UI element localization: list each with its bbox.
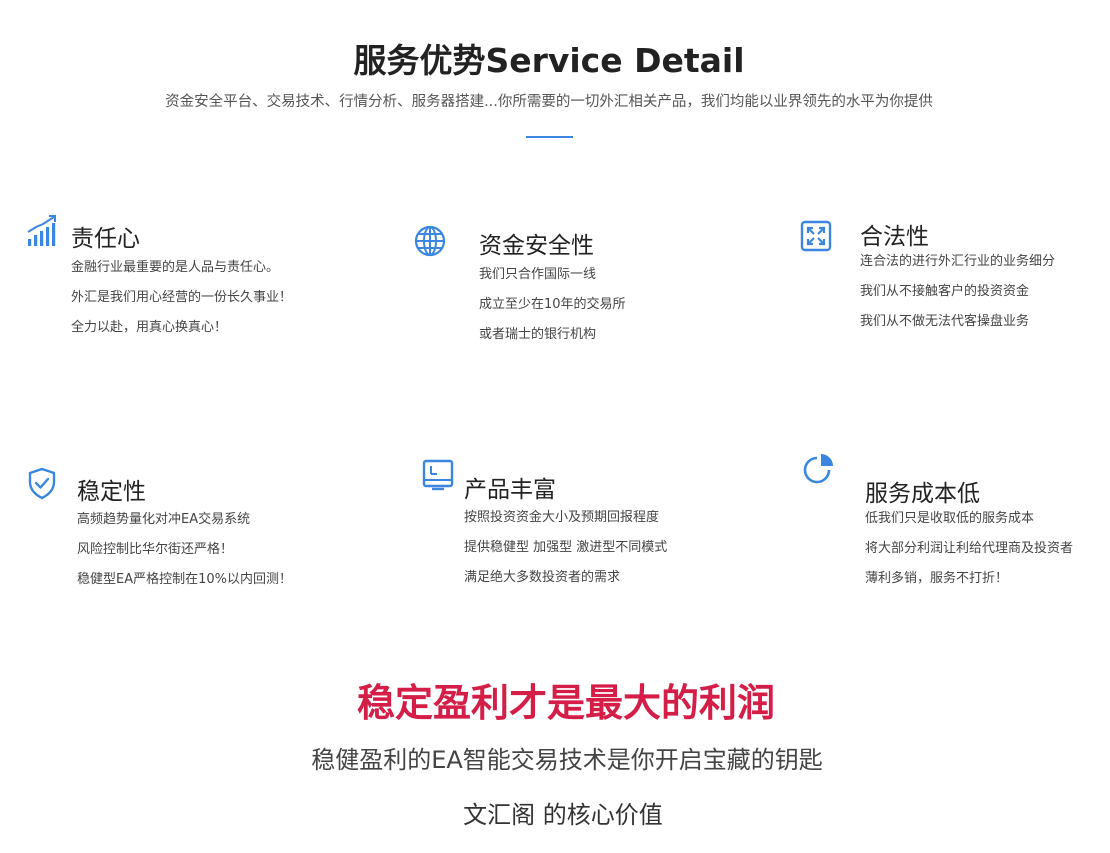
feature-lines: 连合法的进行外汇行业的业务细分 我们从不接触客户的投资资金 我们从不做无法代客操… <box>860 247 1055 337</box>
feature-line: 稳健型EA严格控制在10%以内回测！ <box>77 572 293 587</box>
feature-line: 风险控制比华尔街还严格！ <box>77 542 234 557</box>
tagline: 稳健盈利的EA智能交易技术是你开启宝藏的钥匙 <box>311 746 823 774</box>
page-title: 服务优势Service Detail <box>353 41 745 80</box>
expand-arrows-icon <box>799 219 833 253</box>
feature-line: 全力以赴，用真心换真心！ <box>71 320 228 335</box>
feature-lines: 我们只合作国际一线 成立至少在10年的交易所 或者瑞士的银行机构 <box>479 260 626 350</box>
feature-line: 外汇是我们用心经营的一份长久事业！ <box>71 290 293 305</box>
feature-line: 低我们只是收取低的服务成本 <box>865 511 1035 526</box>
feature-line: 成立至少在10年的交易所 <box>479 297 626 312</box>
feature-lines: 低我们只是收取低的服务成本 将大部分利润让利给代理商及投资者 薄利多销，服务不打… <box>865 504 1073 594</box>
feature-line: 金融行业最重要的是人品与责任心。 <box>71 260 280 275</box>
feature-line: 我们从不接触客户的投资资金 <box>860 284 1030 299</box>
feature-line: 将大部分利润让利给代理商及投资者 <box>865 541 1074 556</box>
feature-line: 按照投资资金大小及预期回报程度 <box>464 510 660 525</box>
shield-check-icon <box>25 466 59 500</box>
feature-line: 高频趋势量化对冲EA交易系统 <box>77 512 251 527</box>
monitor-icon <box>421 458 455 492</box>
feature-lines: 按照投资资金大小及预期回报程度 提供稳健型 加强型 激进型不同模式 满足绝大多数… <box>464 503 667 593</box>
globe-icon <box>413 224 447 258</box>
feature-title: 稳定性 <box>77 479 146 505</box>
core-value-text: 文汇阁 的核心价值 <box>463 801 663 829</box>
feature-line: 满足绝大多数投资者的需求 <box>464 570 621 585</box>
feature-title: 资金安全性 <box>479 233 594 259</box>
feature-line: 或者瑞士的银行机构 <box>479 327 597 342</box>
feature-line: 连合法的进行外汇行业的业务细分 <box>860 254 1056 269</box>
slogan-headline: 稳定盈利才是最大的利润 <box>356 681 775 725</box>
feature-title: 合法性 <box>860 224 929 250</box>
feature-lines: 高频趋势量化对冲EA交易系统 风险控制比华尔街还严格！ 稳健型EA严格控制在10… <box>77 505 292 595</box>
pie-chart-icon <box>802 451 836 485</box>
page-subtitle: 资金安全平台、交易技术、行情分析、服务器搭建...你所需要的一切外汇相关产品，我… <box>165 94 933 110</box>
feature-title: 服务成本低 <box>865 481 980 507</box>
feature-lines: 金融行业最重要的是人品与责任心。 外汇是我们用心经营的一份长久事业！ 全力以赴，… <box>71 253 292 343</box>
rising-bar-chart-icon <box>26 214 60 248</box>
feature-line: 薄利多销，服务不打折！ <box>865 571 1009 586</box>
title-underline <box>526 136 573 138</box>
feature-title: 责任心 <box>71 226 140 252</box>
feature-line: 提供稳健型 加强型 激进型不同模式 <box>464 540 668 555</box>
feature-line: 我们从不做无法代客操盘业务 <box>860 314 1030 329</box>
feature-line: 我们只合作国际一线 <box>479 267 597 282</box>
feature-title: 产品丰富 <box>464 477 556 503</box>
